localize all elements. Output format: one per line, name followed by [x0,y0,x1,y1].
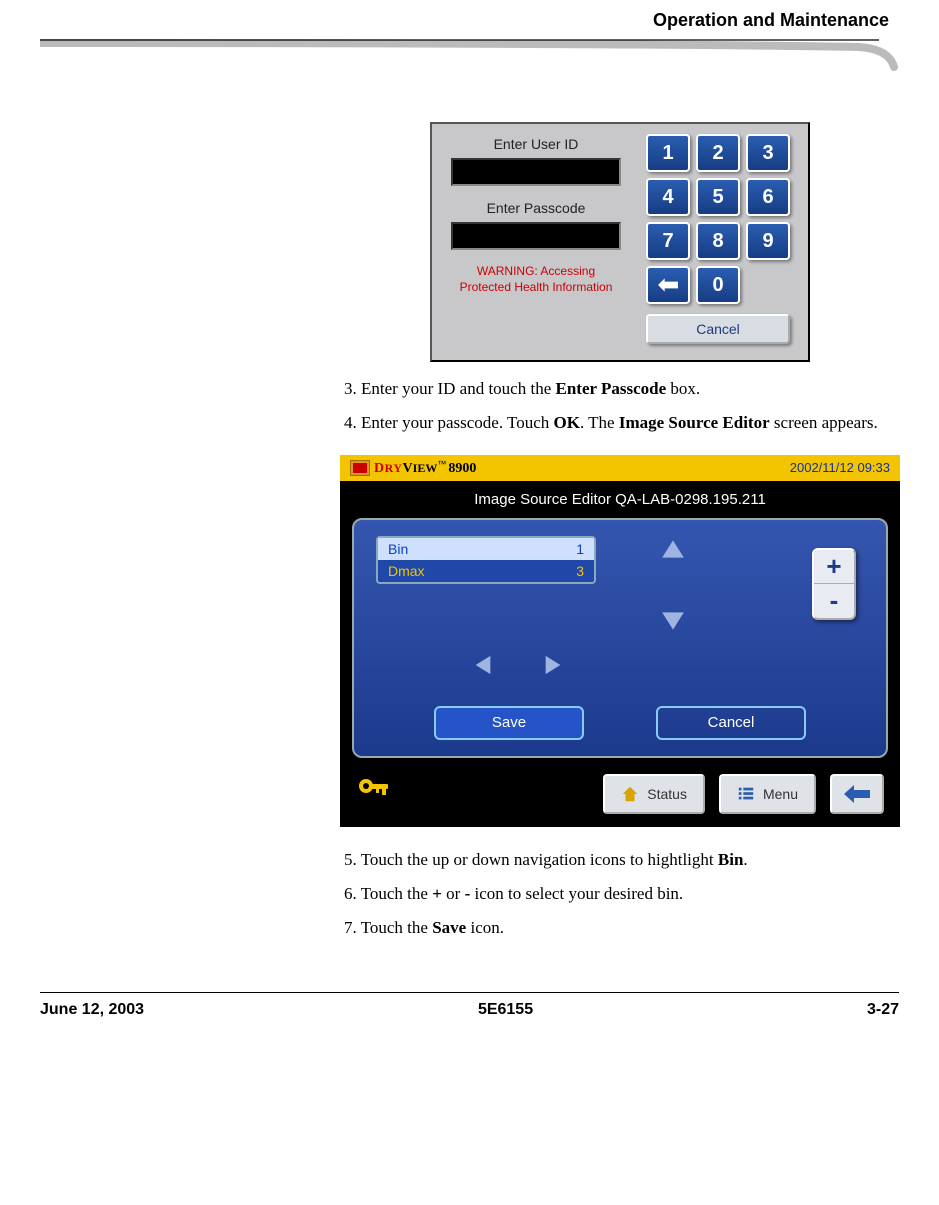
right-arrow-button[interactable] [534,650,572,680]
editor-title: Image Source Editor QA-LAB-0298.195.211 [352,491,888,508]
plus-button[interactable]: + [814,550,854,584]
instruction-step: 3. Enter your ID and touch the Enter Pas… [340,376,900,402]
instruction-list-b: 5. Touch the up or down navigation icons… [340,847,900,942]
footer-pagenum: 3-27 [867,1001,899,1019]
kodak-logo-icon [350,460,370,476]
phi-warning: WARNING: Accessing Protected Health Info… [442,264,630,295]
keypad-6-button[interactable]: 6 [746,178,790,216]
footer-docnum: 5E6155 [478,1001,533,1019]
instruction-step: 6. Touch the + or - icon to select your … [340,881,900,907]
footer-date: June 12, 2003 [40,1001,144,1019]
param-row-dmax[interactable]: Dmax3 [378,560,594,582]
cancel-button[interactable]: Cancel [656,706,806,740]
keypad-7-button[interactable]: 7 [646,222,690,260]
menu-button[interactable]: Menu [719,774,816,814]
editor-topbar: DRYVIEW™8900 2002/11/12 09:33 [340,455,900,481]
header-swoosh-decoration [40,37,899,77]
instruction-step: 7. Touch the Save icon. [340,915,900,941]
instruction-step: 5. Touch the up or down navigation icons… [340,847,900,873]
enter-user-id-label: Enter User ID [442,136,630,152]
menu-list-icon [737,785,755,803]
timestamp-label: 2002/11/12 09:33 [790,460,890,475]
save-button[interactable]: Save [434,706,584,740]
image-source-editor-screenshot: DRYVIEW™8900 2002/11/12 09:33 Image Sour… [340,455,900,827]
keypad-5-button[interactable]: 5 [696,178,740,216]
back-button[interactable] [830,774,884,814]
login-keypad-screenshot: Enter User ID Enter Passcode WARNING: Ac… [430,122,810,362]
keypad-backspace-button[interactable] [646,266,690,304]
keypad-9-button[interactable]: 9 [746,222,790,260]
key-icon[interactable] [356,774,392,815]
minus-button[interactable]: - [814,584,854,618]
instruction-step: 4. Enter your passcode. Touch OK. The Im… [340,410,900,436]
param-row-bin[interactable]: Bin1 [378,538,594,560]
user-id-field[interactable] [451,158,621,186]
keypad-1-button[interactable]: 1 [646,134,690,172]
editor-panel: Bin1Dmax3 + - [352,518,888,758]
left-arrow-button[interactable] [464,650,502,680]
keypad-8-button[interactable]: 8 [696,222,740,260]
home-icon [621,785,639,803]
status-button[interactable]: Status [603,774,705,814]
parameter-list[interactable]: Bin1Dmax3 [376,536,596,584]
back-arrow-icon [844,785,870,803]
enter-passcode-label: Enter Passcode [442,200,630,216]
passcode-field[interactable] [451,222,621,250]
plus-minus-control[interactable]: + - [812,548,856,620]
down-arrow-button[interactable] [654,606,692,636]
instruction-list-a: 3. Enter your ID and touch the Enter Pas… [340,376,900,437]
keypad-2-button[interactable]: 2 [696,134,740,172]
up-arrow-button[interactable] [654,534,692,564]
keypad-3-button[interactable]: 3 [746,134,790,172]
keypad-0-button[interactable]: 0 [696,266,740,304]
section-header: Operation and Maintenance [40,10,899,31]
page-footer: June 12, 2003 5E6155 3-27 [40,992,899,1019]
keypad-4-button[interactable]: 4 [646,178,690,216]
keypad-cancel-button[interactable]: Cancel [646,314,790,344]
brand-label: DRYVIEW™8900 [374,459,476,477]
